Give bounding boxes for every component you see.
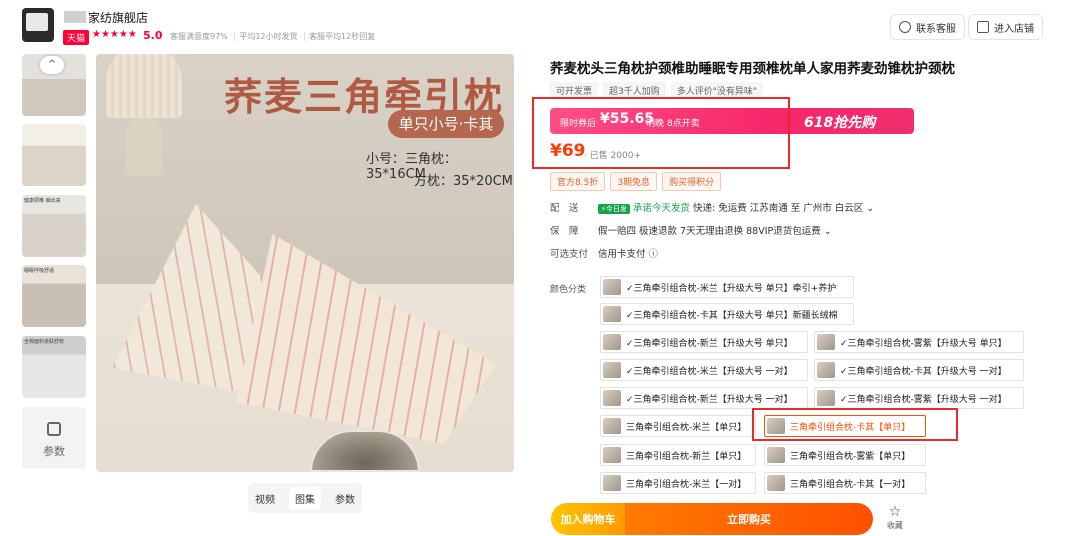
sku-option[interactable]: 三角牵引组合枕-米兰【单只】 xyxy=(600,415,756,437)
guarantee-row: 保 障假一赔四 极速退款 7天无理由退换 88VIP退货包运费 ⌄ xyxy=(550,226,832,237)
shop-rating: 5.0 xyxy=(143,29,163,42)
delivery-row: 配 送 ⚡今日发 承诺今天发货 快递: 免运费 江苏南通 至 广州市 白云区 ⌄ xyxy=(550,203,875,214)
shop-icon xyxy=(977,21,989,33)
thumbnail-4[interactable]: 睡眠呼吸舒适 xyxy=(22,265,86,327)
contact-service-button[interactable]: 联系客服 xyxy=(890,14,965,40)
sku-swatch xyxy=(603,447,621,463)
sku-option[interactable]: 三角牵引组合枕-新兰【单只】 xyxy=(600,444,756,466)
sku-option[interactable]: ✓三角牵引组合枕-雾紫【升级大号 单只】 xyxy=(814,331,1024,353)
thumbnail-5[interactable]: 全棉面料亲肤舒软 xyxy=(22,336,86,398)
shop-name[interactable]: 家纺旗舰店 xyxy=(64,9,148,26)
tab-params[interactable]: 参数 xyxy=(335,491,355,506)
sku-swatch xyxy=(603,306,621,322)
buy-now-button[interactable]: 立即购买 xyxy=(625,503,873,535)
today-ship-badge: ⚡今日发 xyxy=(598,204,630,214)
sku-option[interactable]: ✓三角牵引组合枕-米兰【升级大号 一对】 xyxy=(600,359,808,381)
color-category-label: 颜色分类 xyxy=(550,285,587,295)
promo-tags: 官方8.5折 3期免息 购买得积分 xyxy=(550,172,722,191)
favorite-button[interactable]: ☆ 收藏 xyxy=(884,504,906,531)
image-size-pill: 单只小号·卡其 xyxy=(388,110,504,138)
payment-row: 可选支付 信用卡支付 ⓘ xyxy=(550,249,659,260)
tab-gallery[interactable]: 图集 xyxy=(289,486,321,510)
delivery-location[interactable]: 快递: 免运费 江苏南通 至 广州市 白云区 ⌄ xyxy=(693,203,874,214)
tab-video[interactable]: 视频 xyxy=(255,491,275,506)
guarantee-list[interactable]: 假一赔四 极速退款 7天无理由退换 88VIP退货包运费 ⌄ xyxy=(598,226,832,237)
rating-stars: ★★★★★ xyxy=(92,29,137,40)
lamp-image xyxy=(126,116,162,176)
buckwheat-bowl-image xyxy=(310,430,420,472)
square-pillow-image xyxy=(236,234,496,444)
selected-sku-highlight-box xyxy=(752,408,958,441)
product-page: 家纺旗舰店 天猫 ★★★★★ 5.0 客服满意度97% 平均12小时发货 客服平… xyxy=(0,0,1080,536)
thumbnail-2[interactable] xyxy=(22,124,86,186)
sku-swatch xyxy=(603,334,621,350)
add-to-cart-button[interactable]: 加入购物车 xyxy=(551,503,625,535)
sku-swatch xyxy=(603,279,621,295)
sku-option[interactable]: ✓三角牵引组合枕-雾紫【升级大号 一对】 xyxy=(814,387,1024,409)
params-thumbnail[interactable]: 参数 xyxy=(22,407,86,469)
params-icon xyxy=(47,422,61,436)
star-icon: ☆ xyxy=(888,504,902,520)
main-product-image[interactable]: 荞麦三角牵引枕 单只小号·卡其 小号：三角枕：35*16CM 方枕：35*20C… xyxy=(96,54,514,472)
thumbnail-3[interactable]: 健康颈椎 躺出来 xyxy=(22,195,86,257)
sku-option[interactable]: 三角牵引组合枕-米兰【一对】 xyxy=(600,472,756,494)
sku-swatch xyxy=(817,334,835,350)
price-highlight-box xyxy=(532,97,790,169)
image-size-line-2: 方枕：35*20CM xyxy=(414,174,513,189)
sku-option[interactable]: 三角牵引组合枕-雾紫【单只】 xyxy=(764,444,926,466)
sku-swatch xyxy=(767,447,785,463)
product-title: 荞麦枕头三角枕护颈椎助睡眠专用颈椎枕单人家用荞麦劲锥枕护颈枕 xyxy=(550,61,955,77)
sku-option[interactable]: ✓三角牵引组合枕-卡其【升级大号 单只】新疆长绒棉 xyxy=(600,303,854,325)
chevron-up-icon[interactable]: ^ xyxy=(40,56,64,74)
lampshade-image xyxy=(106,54,182,118)
tag-points[interactable]: 购买得积分 xyxy=(662,172,722,191)
sku-option[interactable]: ✓三角牵引组合枕-卡其【升级大号 一对】 xyxy=(814,359,1024,381)
shop-stats: 客服满意度97% 平均12小时发货 客服平均12秒回复 xyxy=(170,32,376,41)
sku-swatch xyxy=(603,362,621,378)
sku-swatch xyxy=(817,362,835,378)
sku-swatch xyxy=(767,475,785,491)
promo-event-label: 618抢先购 xyxy=(804,115,876,131)
sku-swatch xyxy=(817,390,835,406)
blurred-name xyxy=(64,11,86,23)
sku-option[interactable]: ✓三角牵引组合枕-米兰【升级大号 单只】牵引+养护 xyxy=(600,276,854,298)
purchase-bar: 加入购物车 立即购买 xyxy=(551,503,873,535)
sku-swatch xyxy=(603,418,621,434)
tag-installment[interactable]: 3期免息 xyxy=(610,172,658,191)
gallery-view-tabs: 视频 图集 参数 xyxy=(248,483,362,513)
sku-option[interactable]: 三角牵引组合枕-卡其【一对】 xyxy=(764,472,926,494)
headset-icon xyxy=(899,21,911,33)
sku-swatch xyxy=(603,475,621,491)
sku-option[interactable]: ✓三角牵引组合枕-新兰【升级大号 单只】 xyxy=(600,331,808,353)
shop-logo[interactable] xyxy=(22,8,54,42)
tmall-badge: 天猫 xyxy=(63,30,90,45)
sku-swatch xyxy=(603,390,621,406)
tag-discount[interactable]: 官方8.5折 xyxy=(550,172,606,191)
enter-shop-button[interactable]: 进入店铺 xyxy=(968,14,1043,40)
sku-option[interactable]: ✓三角牵引组合枕-新兰【升级大号 一对】 xyxy=(600,387,808,409)
payment-options[interactable]: 信用卡支付 ⓘ xyxy=(598,249,658,260)
